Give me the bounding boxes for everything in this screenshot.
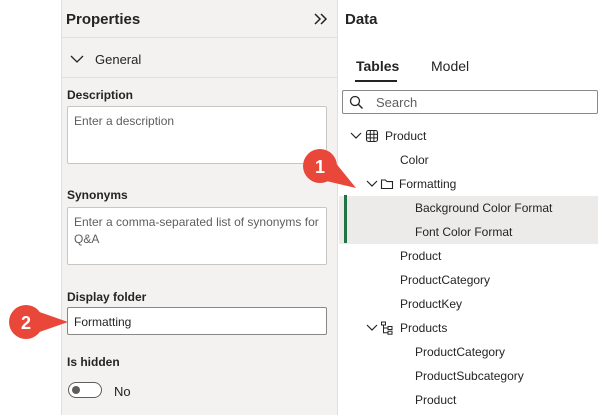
is-hidden-value: No: [114, 384, 131, 399]
data-pane-title: Data: [345, 11, 378, 28]
properties-title: Properties: [66, 11, 141, 28]
is-hidden-toggle[interactable]: [68, 382, 102, 398]
tree-item-label: Color: [400, 153, 429, 167]
description-label: Description: [67, 88, 134, 102]
general-section-label: General: [95, 52, 142, 67]
data-pane: Data Tables Model Search Product Color F…: [339, 0, 598, 415]
search-input[interactable]: Search: [342, 90, 598, 114]
tree-item-hierarchy-productcategory[interactable]: ProductCategory: [339, 340, 598, 364]
folder-icon: [380, 179, 394, 190]
general-section-header[interactable]: General: [62, 40, 338, 78]
tree-item-label: Background Color Format: [415, 201, 553, 215]
tree-item-productkey[interactable]: ProductKey: [339, 292, 598, 316]
chevron-down-icon: [70, 55, 84, 63]
tree-item-productcategory[interactable]: ProductCategory: [339, 268, 598, 292]
tree-item-label: Formatting: [399, 177, 457, 191]
tree-item-label: ProductCategory: [415, 345, 506, 359]
synonyms-label: Synonyms: [67, 188, 128, 202]
properties-pane: Properties General Description Enter a d…: [62, 0, 338, 415]
tree-item-label: Product: [400, 249, 442, 263]
tree-item-label: Product: [385, 129, 427, 143]
collapse-pane-icon[interactable]: [312, 10, 330, 28]
tree-item-label: Font Color Format: [415, 225, 513, 239]
tree-item-background-color-format[interactable]: Background Color Format: [339, 196, 598, 220]
chevron-down-icon[interactable]: [366, 179, 378, 189]
selection-indicator: [344, 195, 347, 243]
tree-item-label: Products: [400, 321, 448, 335]
search-placeholder: Search: [376, 95, 418, 110]
tab-model[interactable]: Model: [431, 58, 469, 74]
tree-item-products-hierarchy[interactable]: Products: [339, 316, 598, 340]
chevron-down-icon[interactable]: [350, 131, 362, 141]
properties-header: Properties: [62, 0, 338, 38]
display-folder-input[interactable]: Formatting: [67, 307, 327, 335]
search-icon: [349, 95, 363, 109]
tree-item-font-color-format[interactable]: Font Color Format: [339, 220, 598, 244]
active-tab-indicator: [355, 80, 397, 82]
callout-1-number: 1: [314, 157, 325, 177]
tree-item-label: ProductCategory: [400, 273, 491, 287]
tree-item-product-table[interactable]: Product: [339, 124, 598, 148]
synonyms-field[interactable]: Enter a comma-separated list of synonyms…: [67, 207, 327, 265]
tab-tables[interactable]: Tables: [356, 58, 399, 74]
toggle-knob: [72, 386, 80, 394]
tree-item-formatting-folder[interactable]: Formatting: [339, 172, 598, 196]
chevron-down-icon[interactable]: [366, 323, 378, 333]
left-gutter: [0, 0, 62, 415]
callout-2-number: 2: [20, 313, 31, 333]
display-folder-label: Display folder: [67, 290, 147, 304]
tree-item-label: Product: [415, 393, 457, 407]
tree-item-label: ProductKey: [400, 297, 463, 311]
tree-item-hierarchy-productsubcategory[interactable]: ProductSubcategory: [339, 364, 598, 388]
tree-item-color[interactable]: Color: [339, 148, 598, 172]
hierarchy-icon: [381, 321, 393, 335]
table-icon: [365, 129, 379, 143]
description-field[interactable]: Enter a description: [67, 106, 327, 164]
is-hidden-label: Is hidden: [67, 355, 120, 369]
tree-item-hierarchy-product[interactable]: Product: [339, 388, 598, 412]
tree-item-label: ProductSubcategory: [415, 369, 524, 383]
tree-item-product-field[interactable]: Product: [339, 244, 598, 268]
